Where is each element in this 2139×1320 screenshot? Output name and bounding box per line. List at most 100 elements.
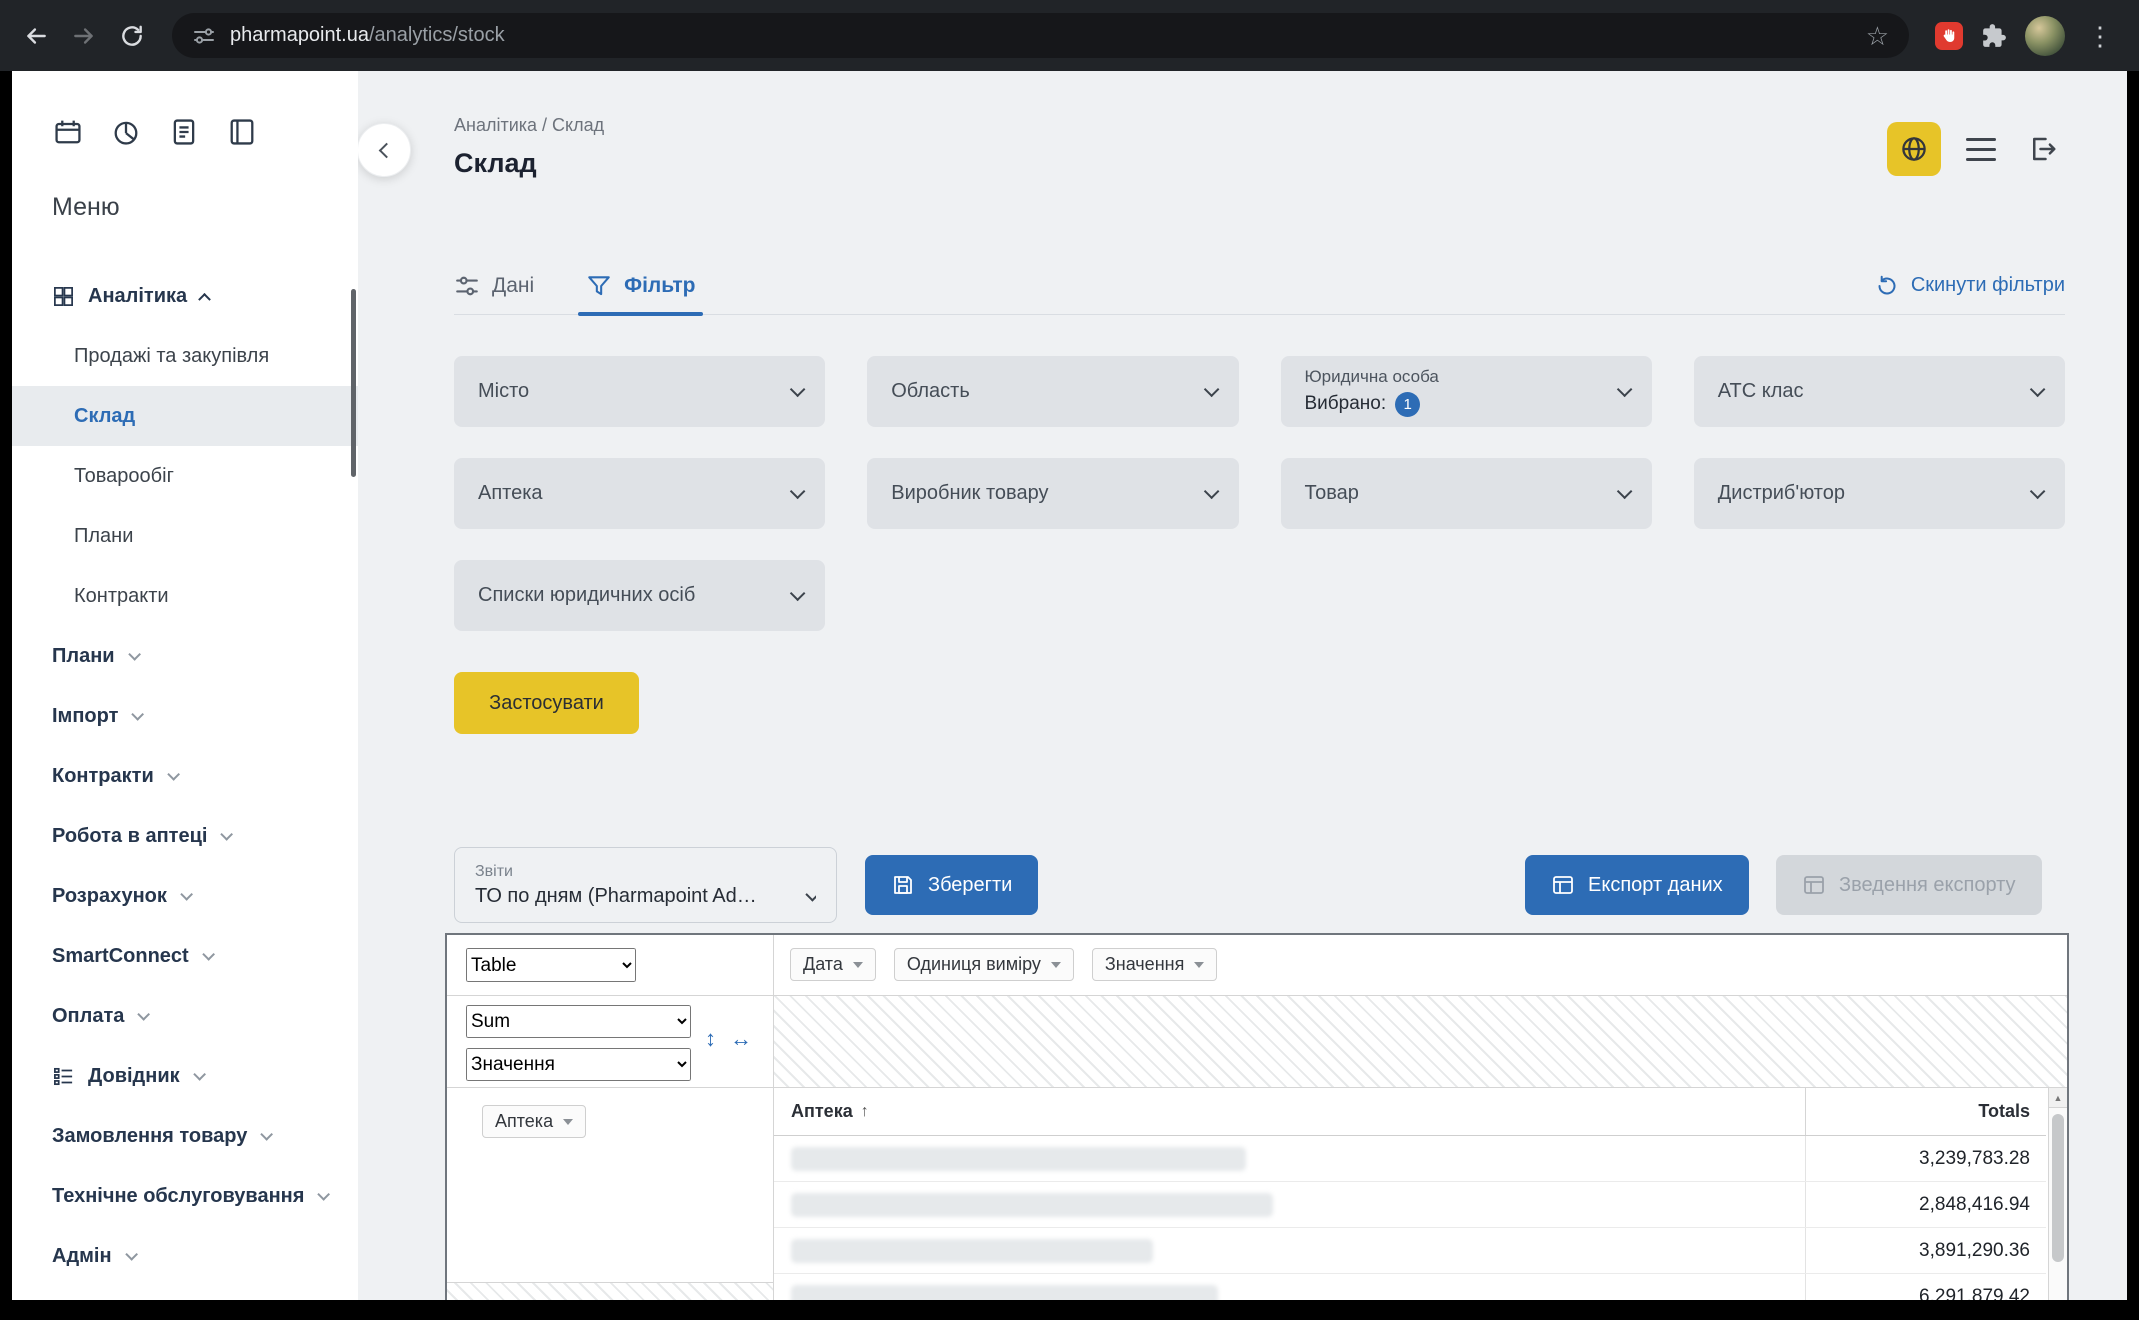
- sidebar-group-directory[interactable]: Довідник: [12, 1046, 358, 1106]
- chevron-down-icon: [132, 708, 145, 721]
- save-report-button[interactable]: Зберегти: [865, 855, 1038, 915]
- pivot-aggregation-select[interactable]: Sum: [466, 1005, 691, 1038]
- field-pill-value[interactable]: Значення: [1092, 948, 1217, 981]
- back-icon[interactable]: [14, 14, 58, 58]
- field-pill-date[interactable]: Дата: [790, 948, 876, 981]
- chevron-down-icon: [790, 382, 806, 398]
- app-menu-button[interactable]: [1959, 127, 2003, 171]
- sidebar-group-analytics[interactable]: Аналітика: [12, 266, 358, 326]
- pivot-measures-row: Sum Значення ↕ ↔: [447, 996, 2067, 1088]
- filter-legal-entity[interactable]: Юридична особа Вибрано: 1: [1281, 356, 1652, 427]
- bookmark-star-icon[interactable]: ☆: [1866, 23, 1889, 49]
- chevron-down-icon: [221, 828, 234, 841]
- document-icon[interactable]: [168, 116, 200, 148]
- pivot-column-fields: Дата Одиниця виміру Значення: [790, 948, 1217, 981]
- url-bar[interactable]: pharmapoint.ua/analytics/stock ☆: [172, 13, 1909, 58]
- sidebar-group-contracts[interactable]: Контракти: [12, 746, 358, 806]
- sidebar-group-admin[interactable]: Адмін: [12, 1226, 358, 1286]
- export-data-button[interactable]: Експорт даних: [1525, 855, 1749, 915]
- sidebar-item-contracts[interactable]: Контракти: [12, 566, 358, 626]
- filter-product[interactable]: Товар: [1281, 458, 1652, 529]
- apply-button[interactable]: Застосувати: [454, 672, 639, 734]
- hamburger-icon: [1966, 138, 1996, 161]
- tab-filter[interactable]: Фільтр: [586, 257, 695, 314]
- browser-toolbar: pharmapoint.ua/analytics/stock ☆ ⋮: [0, 0, 2139, 71]
- sidebar-group-plans[interactable]: Плани: [12, 626, 358, 686]
- pivot-divider: [773, 935, 774, 1300]
- reset-filters-button[interactable]: Скинути фільтри: [1875, 274, 2065, 298]
- browser-menu-icon[interactable]: ⋮: [2083, 23, 2117, 49]
- sidebar-group-payment[interactable]: Оплата: [12, 986, 358, 1046]
- filter-city[interactable]: Місто: [454, 356, 825, 427]
- toolbar-right: ⋮: [1927, 16, 2125, 56]
- sliders-icon: [454, 273, 480, 299]
- screen: pharmapoint.ua/analytics/stock ☆ ⋮: [0, 0, 2139, 1320]
- sort-asc-icon: ↑: [861, 1103, 869, 1121]
- chevron-down-icon: [128, 648, 141, 661]
- adblock-extension-icon[interactable]: [1935, 22, 1963, 50]
- scroll-up-icon[interactable]: ▲: [2049, 1088, 2067, 1108]
- calendar-icon[interactable]: [52, 116, 84, 148]
- reload-icon[interactable]: [110, 14, 154, 58]
- sidebar-collapse-button[interactable]: [358, 123, 411, 177]
- grid-header-pharmacy[interactable]: Аптека ↑: [774, 1101, 1805, 1122]
- tab-bar: Дані Фільтр Скинути фільтри: [454, 257, 2065, 315]
- sidebar-group-pharmacy-work[interactable]: Робота в аптеці: [12, 806, 358, 866]
- menu-title: Меню: [52, 193, 120, 222]
- dropdown-triangle-icon: [563, 1119, 573, 1125]
- save-icon: [891, 873, 915, 897]
- logout-button[interactable]: [2021, 127, 2065, 171]
- sidebar-group-smartconnect[interactable]: SmartConnect: [12, 926, 358, 986]
- table-row: 2,848,416.94: [774, 1182, 2046, 1228]
- sidebar-item-sales-purchases[interactable]: Продажі та закупівля: [12, 326, 358, 386]
- filter-legal-entity-lists[interactable]: Списки юридичних осіб: [454, 560, 825, 631]
- chevron-down-icon: [2030, 484, 2046, 500]
- export-summary-icon: [1802, 873, 1826, 897]
- sidebar-item-stock[interactable]: Склад: [12, 386, 358, 446]
- sidebar-menu: Аналітика Продажі та закупівля Склад Тов…: [12, 266, 358, 1286]
- field-pill-pharmacy[interactable]: Аптека: [482, 1105, 586, 1138]
- pivot-row-drop-zone[interactable]: [447, 1282, 773, 1300]
- grid-header-row: Аптека ↑ Totals: [774, 1088, 2046, 1136]
- site-info-icon[interactable]: [192, 24, 216, 48]
- app: Меню Аналітика Продажі та закупівля Скла…: [12, 71, 2127, 1300]
- filter-pharmacy[interactable]: Аптека: [454, 458, 825, 529]
- redacted-pharmacy-name: [791, 1147, 1246, 1171]
- main-content: Аналітика / Склад Склад Дані: [358, 71, 2127, 1300]
- sidebar-item-turnover[interactable]: Товарообіг: [12, 446, 358, 506]
- pivot-scrollbar[interactable]: ▲: [2048, 1088, 2067, 1300]
- move-vertical-icon[interactable]: ↕: [705, 1026, 716, 1052]
- pivot-view-select[interactable]: Table: [466, 948, 636, 982]
- scrollbar-thumb[interactable]: [2052, 1114, 2064, 1262]
- language-globe-button[interactable]: [1887, 122, 1941, 176]
- profile-avatar[interactable]: [2025, 16, 2065, 56]
- tab-data[interactable]: Дані: [454, 257, 534, 314]
- sidebar-scrollbar[interactable]: [351, 289, 356, 477]
- field-pill-unit[interactable]: Одиниця виміру: [894, 948, 1074, 981]
- sidebar-group-import[interactable]: Імпорт: [12, 686, 358, 746]
- sidebar-group-calculation[interactable]: Розрахунок: [12, 866, 358, 926]
- dropdown-triangle-icon: [1051, 962, 1061, 968]
- list-icon: [52, 1065, 75, 1088]
- chevron-up-icon: [198, 292, 211, 305]
- filter-atc-class[interactable]: АТС клас: [1694, 356, 2065, 427]
- pivot-drop-zone[interactable]: [774, 996, 2067, 1087]
- chevron-down-icon: [202, 948, 215, 961]
- filter-distributor[interactable]: Дистриб'ютор: [1694, 458, 2065, 529]
- journal-icon[interactable]: [226, 116, 258, 148]
- filter-region[interactable]: Область: [867, 356, 1238, 427]
- sidebar-item-plans[interactable]: Плани: [12, 506, 358, 566]
- pivot-measure-select[interactable]: Значення: [466, 1048, 691, 1081]
- filter-manufacturer[interactable]: Виробник товару: [867, 458, 1238, 529]
- chevron-down-icon: [1617, 382, 1633, 398]
- move-horizontal-icon[interactable]: ↔: [730, 1026, 752, 1052]
- export-summary-button[interactable]: Зведення експорту: [1776, 855, 2042, 915]
- chevron-left-icon: [379, 142, 395, 158]
- report-select[interactable]: Звіти ТО по дням (Pharmapoint Ad…: [454, 847, 837, 923]
- pie-chart-icon[interactable]: [110, 116, 142, 148]
- pivot-move-arrows: ↕ ↔: [705, 1026, 752, 1052]
- extensions-puzzle-icon[interactable]: [1981, 23, 2007, 49]
- sidebar-group-maintenance[interactable]: Технічне обслуговування: [12, 1166, 358, 1226]
- sidebar-group-product-orders[interactable]: Замовлення товару: [12, 1106, 358, 1166]
- forward-icon[interactable]: [62, 14, 106, 58]
